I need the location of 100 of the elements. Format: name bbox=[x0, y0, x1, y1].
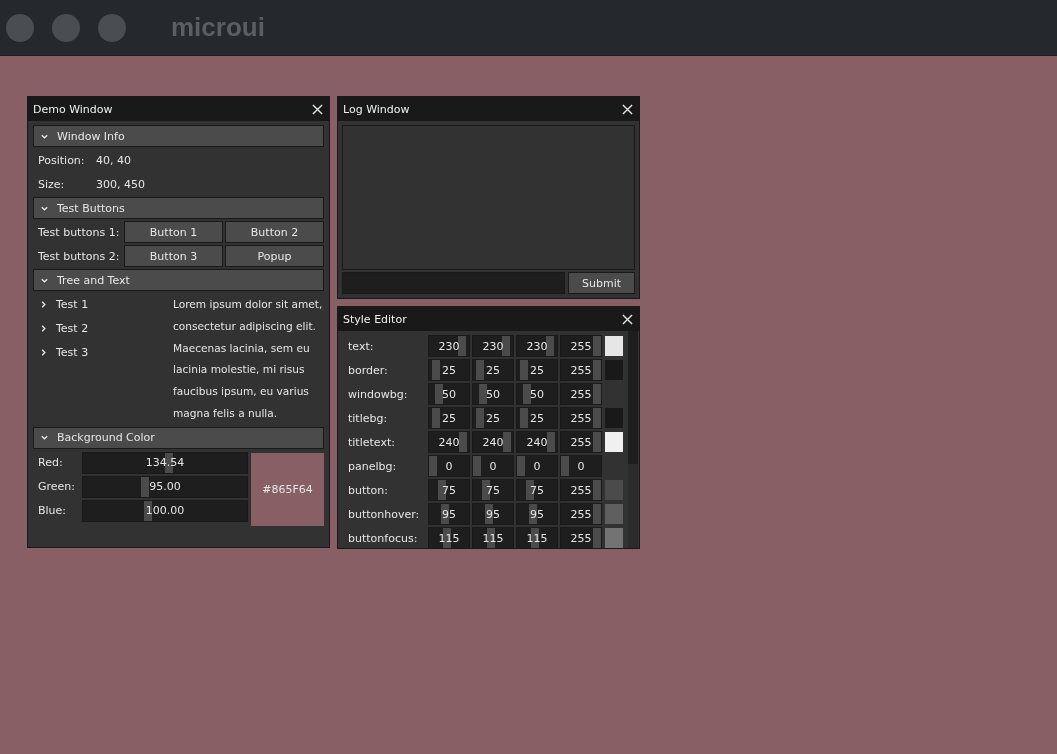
slider-thumb[interactable] bbox=[593, 408, 601, 428]
value-slider[interactable]: 230 bbox=[428, 335, 470, 357]
close-icon[interactable] bbox=[312, 103, 323, 115]
window-control-button[interactable] bbox=[52, 13, 80, 42]
tree-item[interactable]: Test 2 bbox=[33, 317, 173, 339]
slider-thumb[interactable] bbox=[593, 336, 601, 356]
window-titlebar[interactable]: Demo Window bbox=[28, 97, 329, 121]
value-slider[interactable]: 95 bbox=[472, 503, 514, 525]
section-header[interactable]: Background Color bbox=[33, 426, 324, 449]
test-button[interactable]: Button 1 bbox=[124, 221, 223, 243]
window-control-button[interactable] bbox=[6, 13, 34, 42]
value-slider[interactable]: 25 bbox=[472, 359, 514, 381]
value-slider[interactable]: 25 bbox=[428, 407, 470, 429]
chevron-icon bbox=[39, 323, 48, 333]
color-swatch bbox=[605, 528, 623, 548]
slider-thumb[interactable] bbox=[561, 456, 569, 476]
slider-thumb[interactable] bbox=[593, 360, 601, 380]
input-field[interactable] bbox=[342, 272, 565, 294]
value-slider[interactable]: 255 bbox=[560, 407, 602, 429]
value-slider[interactable]: 255 bbox=[560, 383, 602, 405]
value-slider[interactable]: 0 bbox=[472, 455, 514, 477]
slider-thumb[interactable] bbox=[479, 384, 488, 404]
paragraph: Lorem ipsum dolor sit amet, consectetur adipiscing elit. Maecenas lacinia, sem eu lacinia molestie, mi risus faucibus ipsum, eu varius magna felis a nulla. bbox=[173, 297, 324, 421]
slider-thumb[interactable] bbox=[593, 504, 601, 524]
value-slider[interactable]: 0 bbox=[560, 455, 602, 477]
close-icon[interactable] bbox=[622, 103, 633, 115]
window-titlebar[interactable]: Log Window bbox=[338, 97, 639, 121]
value-slider[interactable]: 115 bbox=[472, 527, 514, 548]
slider-thumb[interactable] bbox=[593, 528, 601, 548]
value-slider[interactable]: 25 bbox=[516, 359, 558, 381]
submit-button[interactable]: Submit bbox=[568, 272, 635, 294]
scrollbar[interactable] bbox=[628, 331, 638, 548]
value-slider[interactable]: 255 bbox=[560, 359, 602, 381]
info-label: Position: bbox=[38, 153, 86, 167]
slider-thumb[interactable] bbox=[459, 432, 468, 452]
style-label: text: bbox=[347, 339, 375, 353]
value-slider[interactable]: 115 bbox=[516, 527, 558, 548]
value-slider[interactable]: 240 bbox=[472, 431, 514, 453]
value-slider[interactable]: 240 bbox=[428, 431, 470, 453]
value-slider[interactable]: 75 bbox=[472, 479, 514, 501]
value-slider[interactable]: 50 bbox=[516, 383, 558, 405]
value-slider[interactable]: 255 bbox=[560, 431, 602, 453]
slider-thumb[interactable] bbox=[520, 408, 529, 428]
slider-thumb[interactable] bbox=[141, 476, 150, 497]
hex-code: #865F64 bbox=[262, 482, 313, 496]
value-slider[interactable]: 25 bbox=[428, 359, 470, 381]
value-slider[interactable]: 255 bbox=[560, 479, 602, 501]
window-titlebar[interactable]: Style Editor bbox=[338, 307, 639, 331]
value-slider[interactable]: 25 bbox=[472, 407, 514, 429]
slider-thumb[interactable] bbox=[432, 408, 441, 428]
value-slider[interactable]: 25 bbox=[516, 407, 558, 429]
slider-thumb[interactable] bbox=[457, 336, 466, 356]
value-slider[interactable]: 240 bbox=[516, 431, 558, 453]
value-slider[interactable]: 230 bbox=[516, 335, 558, 357]
value-slider[interactable]: 0 bbox=[516, 455, 558, 477]
slider-thumb[interactable] bbox=[501, 336, 510, 356]
section-header[interactable]: Test Buttons bbox=[33, 197, 324, 219]
scrollbar-thumb[interactable] bbox=[628, 331, 638, 464]
test-button[interactable]: Popup bbox=[225, 245, 324, 267]
value-slider[interactable]: 75 bbox=[516, 479, 558, 501]
slider-thumb[interactable] bbox=[429, 456, 437, 476]
color-slider[interactable]: 100.00 bbox=[82, 499, 248, 522]
tree-item[interactable]: Test 1 bbox=[33, 293, 173, 315]
close-icon[interactable] bbox=[622, 313, 633, 325]
slider-thumb[interactable] bbox=[435, 384, 444, 404]
tree-item[interactable]: Test 3 bbox=[33, 341, 173, 363]
slider-thumb[interactable] bbox=[503, 432, 512, 452]
test-button[interactable]: Button 2 bbox=[225, 221, 324, 243]
slider-thumb[interactable] bbox=[476, 360, 485, 380]
slider-thumb[interactable] bbox=[517, 456, 525, 476]
value-slider[interactable]: 255 bbox=[560, 335, 602, 357]
value-slider[interactable]: 255 bbox=[560, 527, 602, 548]
value-slider[interactable]: 75 bbox=[428, 479, 470, 501]
window-control-button[interactable] bbox=[98, 13, 126, 42]
slider-thumb[interactable] bbox=[476, 408, 485, 428]
slider-thumb[interactable] bbox=[547, 432, 556, 452]
value-slider[interactable]: 50 bbox=[428, 383, 470, 405]
slider-thumb[interactable] bbox=[523, 384, 532, 404]
slider-thumb[interactable] bbox=[545, 336, 554, 356]
slider-thumb[interactable] bbox=[593, 432, 601, 452]
section-header[interactable]: Tree and Text bbox=[33, 269, 324, 291]
value-slider[interactable]: 0 bbox=[428, 455, 470, 477]
slider-thumb[interactable] bbox=[473, 456, 481, 476]
chevron-icon bbox=[39, 347, 48, 357]
color-slider[interactable]: 95.00 bbox=[82, 475, 248, 498]
value-slider[interactable]: 50 bbox=[472, 383, 514, 405]
value-slider[interactable]: 95 bbox=[428, 503, 470, 525]
value-slider[interactable]: 255 bbox=[560, 503, 602, 525]
style-label: panelbg: bbox=[347, 459, 398, 473]
slider-thumb[interactable] bbox=[593, 480, 601, 500]
test-button[interactable]: Button 3 bbox=[124, 245, 223, 267]
slider-thumb[interactable] bbox=[520, 360, 529, 380]
slider-thumb[interactable] bbox=[432, 360, 441, 380]
value-slider[interactable]: 115 bbox=[428, 527, 470, 548]
color-slider[interactable]: 134.54 bbox=[82, 451, 248, 474]
style-label: titlebg: bbox=[347, 411, 389, 425]
value-slider[interactable]: 230 bbox=[472, 335, 514, 357]
section-header[interactable]: Window Info bbox=[33, 125, 324, 147]
value-slider[interactable]: 95 bbox=[516, 503, 558, 525]
slider-thumb[interactable] bbox=[593, 384, 601, 404]
